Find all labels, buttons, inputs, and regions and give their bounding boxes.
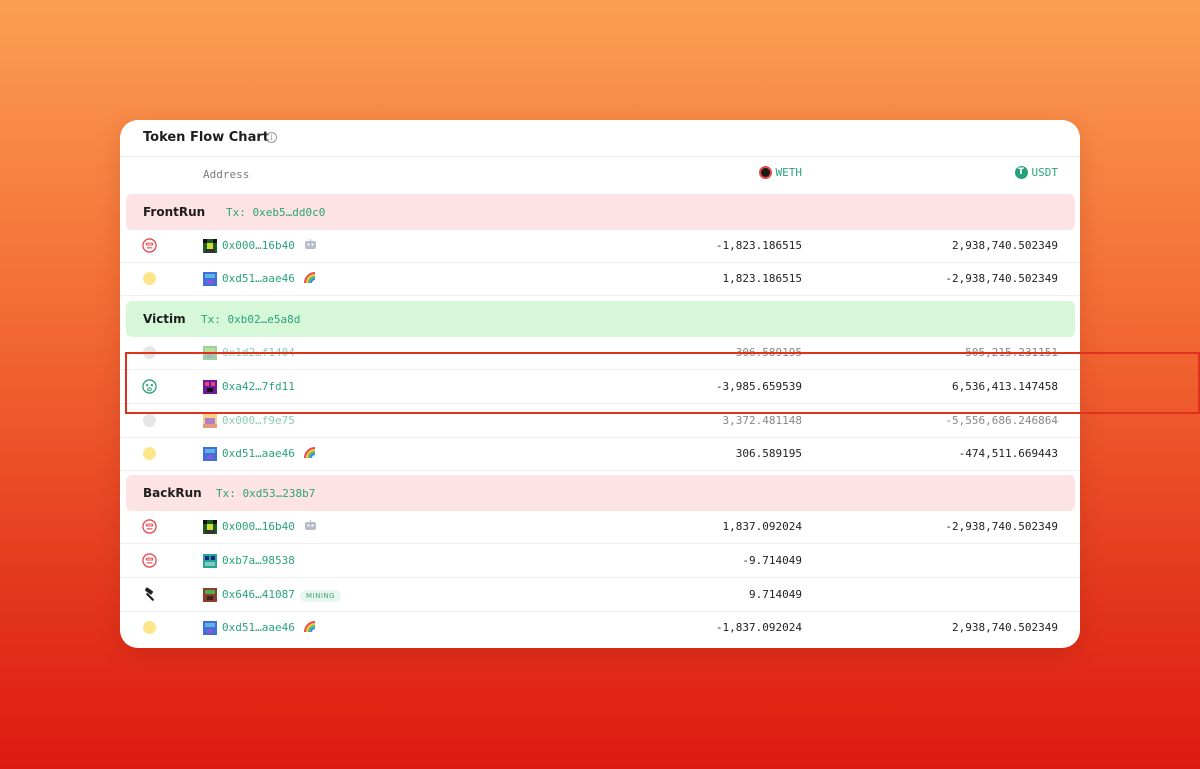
table-row: 0xd51…aae46 -1,837.092024 2,938,740.5023…	[120, 612, 1080, 645]
address-link[interactable]: 0x000…f9e75	[222, 414, 295, 427]
section-title: FrontRun	[143, 205, 206, 219]
section-victim: Victim Tx: 0xb02…e5a8d	[126, 301, 1075, 337]
weth-amount: -9.714049	[742, 554, 802, 567]
usdt-amount: -5,556,686.246864	[945, 414, 1058, 427]
usdt-amount: -505,215.231151	[958, 346, 1058, 359]
section-frontrun: FrontRun Tx: 0xeb5…dd0c0	[126, 194, 1075, 230]
address-avatar	[203, 621, 217, 635]
address-link[interactable]: 0x000…16b40	[222, 520, 295, 533]
table-row: 0xa42…7fd11 -3,985.659539 6,536,413.1474…	[120, 371, 1080, 404]
weth-amount: 306.589195	[735, 447, 802, 460]
address-link[interactable]: 0xd51…aae46	[222, 447, 295, 460]
weth-amount: 1,823.186515	[722, 272, 802, 285]
table-row: 0xd51…aae46 306.589195 -474,511.669443	[120, 438, 1080, 471]
address-avatar	[203, 588, 217, 602]
address-avatar	[203, 239, 217, 253]
table-row: 0x1d2…f1404 306.589195 -505,215.231151	[120, 337, 1080, 370]
address-avatar	[203, 380, 217, 394]
section-title: BackRun	[143, 486, 202, 500]
card-header: Token Flow Chart i	[120, 120, 1080, 157]
usdt-amount: -474,511.669443	[958, 447, 1058, 460]
table-row: 0x000…16b40 -1,823.186515 2,938,740.5023…	[120, 230, 1080, 263]
table-row: 0x646…41087 MINING 9.714049	[120, 579, 1080, 612]
hammer-icon	[142, 587, 158, 603]
weth-amount: 9.714049	[749, 588, 802, 601]
usdt-amount: 2,938,740.502349	[952, 239, 1058, 252]
rainbow-icon	[304, 272, 316, 284]
bot-face-icon	[142, 553, 158, 569]
yellow-dot-icon	[142, 446, 158, 462]
table-row: 0x000…f9e75 3,372.481148 -5,556,686.2468…	[120, 405, 1080, 438]
grey-dot-icon	[142, 345, 158, 361]
usdt-amount: 6,536,413.147458	[952, 380, 1058, 393]
yellow-dot-icon	[142, 620, 158, 636]
grey-dot-icon	[142, 413, 158, 429]
weth-amount: -1,823.186515	[715, 239, 802, 252]
robot-icon	[305, 520, 316, 530]
usdt-label: USDT	[1031, 166, 1059, 179]
rainbow-icon	[304, 621, 316, 633]
address-link[interactable]: 0xb7a…98538	[222, 554, 295, 567]
weth-amount: 1,837.092024	[722, 520, 802, 533]
address-link[interactable]: 0xa42…7fd11	[222, 380, 295, 393]
address-avatar	[203, 272, 217, 286]
address-avatar	[203, 346, 217, 360]
token-flow-card: Token Flow Chart i Address WETH T USDT F…	[120, 120, 1080, 648]
mining-badge: MINING	[300, 590, 342, 602]
address-link[interactable]: 0xd51…aae46	[222, 621, 295, 634]
usdt-token-icon: T	[1014, 166, 1028, 179]
section-tx-link[interactable]: Tx: 0xb02…e5a8d	[201, 313, 300, 326]
section-tx-link[interactable]: Tx: 0xeb5…dd0c0	[226, 206, 325, 219]
usdt-amount: -2,938,740.502349	[945, 520, 1058, 533]
address-link[interactable]: 0x1d2…f1404	[222, 346, 295, 359]
weth-amount: -1,837.092024	[715, 621, 802, 634]
address-avatar	[203, 414, 217, 428]
column-header-usdt[interactable]: T USDT	[1014, 166, 1059, 179]
address-avatar	[203, 554, 217, 568]
weth-amount: -3,985.659539	[715, 380, 802, 393]
table-row: 0xb7a…98538 -9.714049	[120, 545, 1080, 578]
bot-face-icon	[142, 238, 158, 254]
table-row: 0x000…16b40 1,837.092024 -2,938,740.5023…	[120, 511, 1080, 544]
bot-face-icon	[142, 519, 158, 535]
address-link[interactable]: 0x646…41087	[222, 588, 295, 601]
address-avatar	[203, 447, 217, 461]
weth-amount: 3,372.481148	[722, 414, 802, 427]
yellow-dot-icon	[142, 271, 158, 287]
section-tx-link[interactable]: Tx: 0xd53…238b7	[216, 487, 315, 500]
section-title: Victim	[143, 312, 186, 326]
column-header-weth[interactable]: WETH	[758, 166, 803, 179]
info-icon[interactable]: i	[266, 132, 277, 143]
address-link[interactable]: 0xd51…aae46	[222, 272, 295, 285]
robot-icon	[305, 239, 316, 249]
card-title: Token Flow Chart	[143, 130, 269, 145]
weth-label: WETH	[775, 166, 803, 179]
address-avatar	[203, 520, 217, 534]
section-backrun: BackRun Tx: 0xd53…238b7	[126, 475, 1075, 511]
rainbow-icon	[304, 447, 316, 459]
weth-amount: 306.589195	[735, 346, 802, 359]
usdt-amount: -2,938,740.502349	[945, 272, 1058, 285]
table-row: 0xd51…aae46 1,823.186515 -2,938,740.5023…	[120, 263, 1080, 296]
weth-token-icon	[758, 166, 772, 179]
column-header-address: Address	[203, 168, 250, 181]
victim-face-icon	[142, 379, 158, 395]
usdt-amount: 2,938,740.502349	[952, 621, 1058, 634]
address-link[interactable]: 0x000…16b40	[222, 239, 295, 252]
